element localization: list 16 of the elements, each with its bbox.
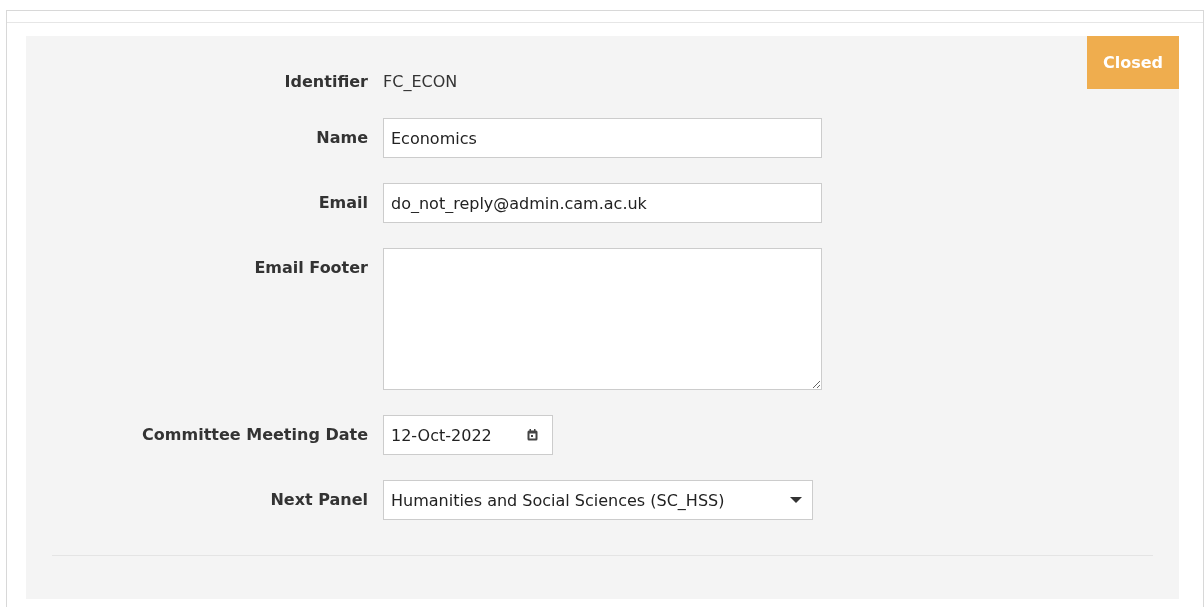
field-label: Committee Meeting Date xyxy=(141,424,368,446)
calendar-icon[interactable] xyxy=(527,429,538,441)
status-badge: Closed xyxy=(1087,36,1179,89)
select-field[interactable]: Humanities and Social Sciences (SC_HSS) xyxy=(383,480,813,520)
date-field[interactable]: 12-Oct-2022 xyxy=(383,415,553,455)
field-label: Name xyxy=(315,127,368,149)
identifier-value: FC_ECON xyxy=(383,72,458,92)
caret-icon xyxy=(790,497,802,503)
date-value: 12-Oct-2022 xyxy=(391,425,492,445)
field-label: Identifier xyxy=(283,72,368,92)
textarea-field[interactable] xyxy=(383,248,822,390)
input-field[interactable]: do_not_reply@admin.cam.ac.uk xyxy=(383,183,822,223)
input-field[interactable]: Economics xyxy=(383,118,822,158)
field-label: Email Footer xyxy=(253,257,368,279)
field-label: Email xyxy=(317,192,368,214)
field-label: Next Panel xyxy=(269,489,368,511)
